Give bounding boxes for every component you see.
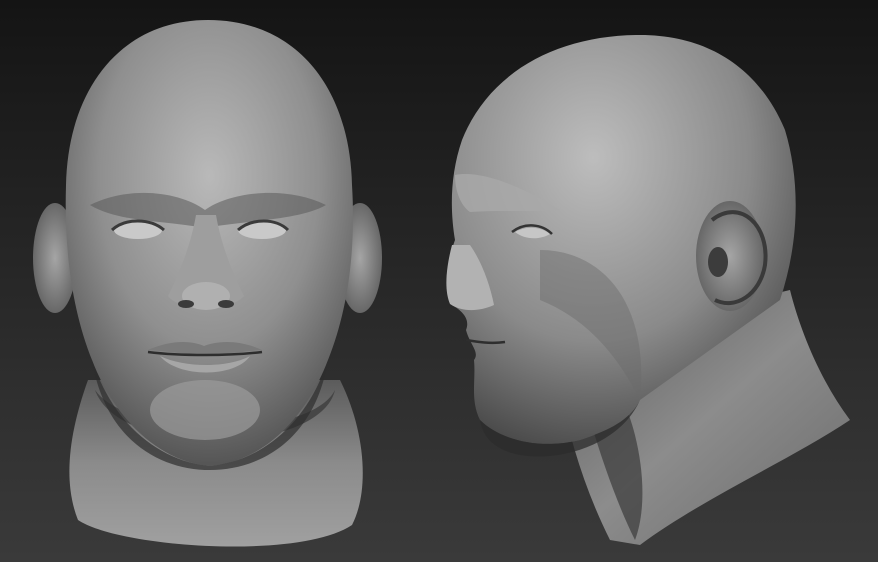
side-ear-canal	[708, 247, 728, 277]
front-chin	[150, 380, 260, 440]
side-head	[446, 35, 850, 545]
side-ear	[696, 201, 764, 311]
render-canvas	[33, 20, 850, 547]
sculpt-viewport	[0, 0, 878, 562]
front-nostril-right	[218, 300, 234, 308]
front-head	[33, 20, 382, 547]
front-nostril-left	[178, 300, 194, 308]
